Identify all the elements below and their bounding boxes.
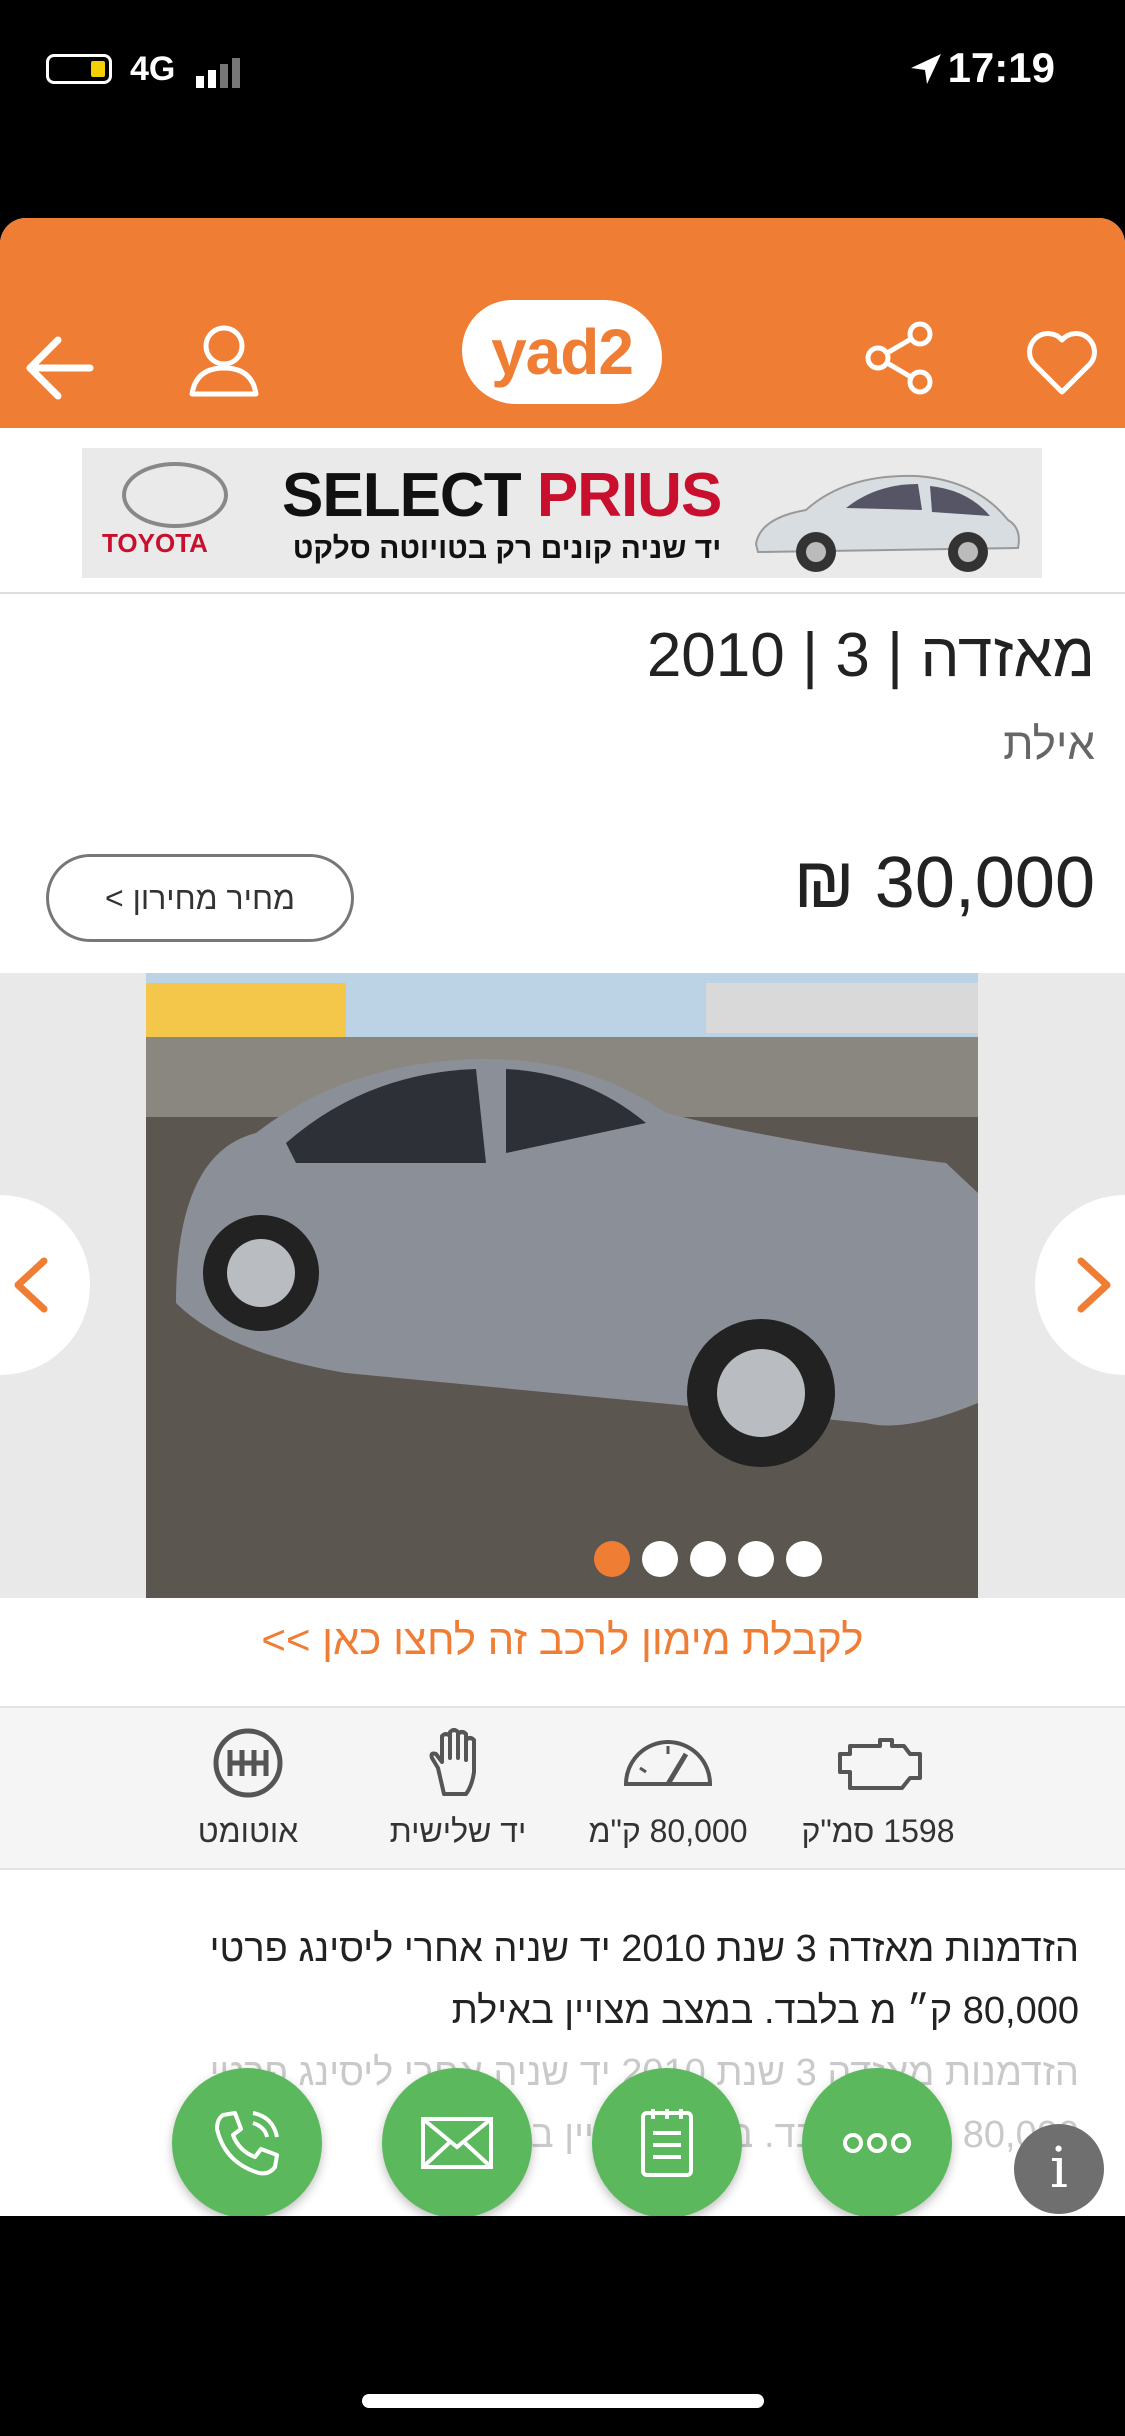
user-icon[interactable] [184,318,264,398]
gearbox-icon [213,1728,283,1798]
chevron-right-icon [1077,1257,1111,1313]
gallery-next-button[interactable] [1035,1195,1125,1375]
listing-city: אילת [1003,720,1095,769]
spec-engine: 1598 סמ"ק [768,1728,988,1850]
clock: 17:19 [947,44,1055,91]
toyota-emblem [122,462,228,528]
heart-icon[interactable] [1022,322,1102,402]
ad-banner[interactable]: TOYOTA SELECT PRIUS יד שניה קונים רק בטו… [82,448,1042,578]
car-photo[interactable] [146,973,978,1598]
listing-title: מאזדה | 3 | 2010 [646,621,1095,690]
spec-gearbox: אוטומט [138,1728,358,1850]
hand-icon [429,1728,476,1796]
more-button[interactable] [802,2068,952,2216]
banner-brand: TOYOTA [102,528,208,558]
banner-car-image [754,474,1020,572]
banner-subline: יד שניה קונים רק בטויוטה סלקט [292,532,722,565]
pager-dot[interactable] [642,1541,678,1577]
status-bar: 4G 17:19 [0,0,1125,140]
pricelist-button[interactable]: מחיר מחירון > [46,854,354,942]
gallery-prev-button[interactable] [0,1195,90,1375]
pager-dot[interactable] [738,1541,774,1577]
spec-strip: 1598 סמ"ק 80,000 ק"מ יד שלישית אוטומט [0,1706,1125,1870]
location-arrow-icon [911,54,941,84]
battery-icon [46,54,112,84]
spec-mileage: 80,000 ק"מ [558,1728,778,1850]
email-button[interactable] [382,2068,532,2216]
financing-link[interactable]: לקבלת מימון לרכב זה לחצו כאן >> [0,1616,1125,1664]
listing-price: 30,000 ₪ [793,843,1095,923]
banner-headline: SELECT PRIUS [282,461,722,530]
engine-icon [838,1738,922,1790]
yad2-logo[interactable]: yad2 [462,300,662,404]
notes-button[interactable] [592,2068,742,2216]
app-screen: yad2 TOYOTA SELECT PRIUS יד שניה קונים ר… [0,218,1125,2216]
gallery-pager [594,1541,834,1582]
mail-icon [421,2117,493,2169]
info-button[interactable]: i [1014,2124,1104,2214]
pager-dot[interactable] [594,1541,630,1577]
home-indicator[interactable] [362,2394,764,2408]
speedometer-icon [623,1740,713,1786]
more-icon [843,2133,911,2153]
pager-dot[interactable] [786,1541,822,1577]
divider [0,592,1125,594]
image-gallery [0,973,1125,1598]
pager-dot[interactable] [690,1541,726,1577]
phone-icon [215,2111,279,2176]
spec-hand: יד שלישית [348,1728,568,1850]
network-label: 4G [130,50,176,88]
share-icon[interactable] [860,318,940,398]
notepad-icon [641,2109,693,2177]
signal-icon [196,58,244,88]
top-header: yad2 [0,218,1125,428]
chevron-left-icon [14,1257,48,1313]
call-button[interactable] [172,2068,322,2216]
listing-description: הזדמנות מאזדה 3 שנת 2010 יד שניה אחרי לי… [209,1928,1079,2032]
back-arrow-icon[interactable] [20,328,100,408]
